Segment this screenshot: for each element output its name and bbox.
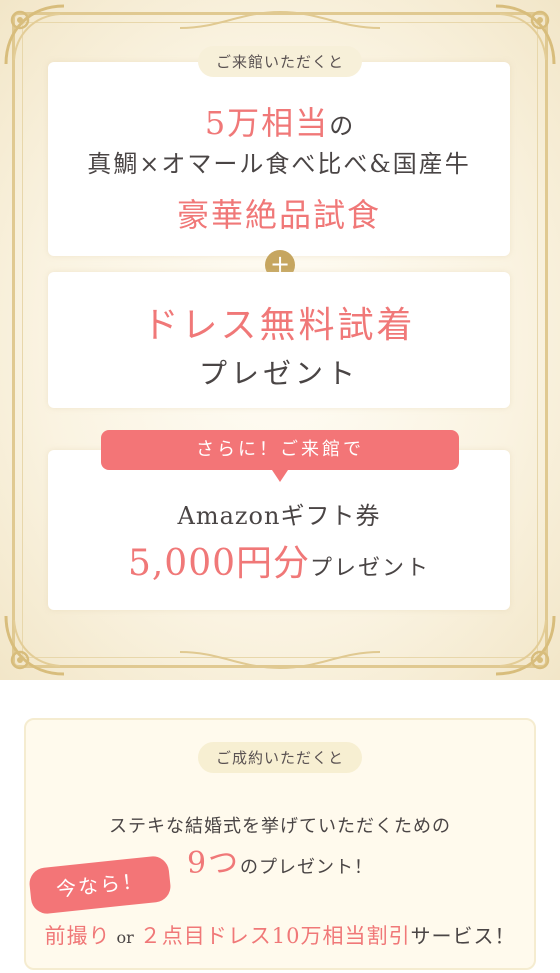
contract-service-line: 前撮り or ２点目ドレス10万相当割引サービス！: [24, 920, 536, 950]
tasting-offer-card: 5万相当の 真鯛×オマール食べ比べ&国産牛 豪華絶品試食: [48, 62, 510, 256]
bonus-ribbon: さらに！ご来館で: [101, 430, 459, 470]
tasting-title: 豪華絶品試食: [176, 196, 381, 234]
ornament-corner-icon: [4, 4, 65, 65]
service-b: ２点目ドレス10万相当割引: [139, 924, 411, 948]
tasting-amount-line: 5万相当の: [48, 98, 510, 144]
service-suffix: サービス！: [410, 924, 516, 948]
visit-intro-pill: ご来館いただくと: [197, 46, 363, 77]
visit-benefits-frame: 5万相当の 真鯛×オマール食べ比べ&国産牛 豪華絶品試食 ご来館いただくと + …: [0, 0, 560, 680]
contract-count: 9つ: [186, 846, 241, 881]
gift-card-suffix: プレゼント: [310, 556, 431, 581]
ornament-corner-icon: [4, 615, 65, 676]
ornament-scroll-icon: [180, 10, 380, 29]
dress-fitting-title: ドレス無料試着: [142, 305, 416, 346]
dress-fitting-card: ドレス無料試着 プレゼント: [48, 272, 510, 408]
service-a: 前撮り: [44, 924, 111, 948]
ornament-scroll-icon: [180, 651, 380, 670]
tasting-particle: の: [329, 112, 354, 140]
contract-count-suffix: のプレゼント！: [240, 857, 374, 878]
contract-intro-pill: ご成約いただくと: [197, 742, 363, 773]
gift-card-amount-line: 5,000円分プレゼント: [48, 534, 510, 586]
ornament-corner-icon: [495, 4, 556, 65]
gift-card-item: Amazonギフト券: [177, 502, 381, 530]
ribbon-pointer-icon: [272, 470, 288, 482]
tasting-amount: 5万相当: [204, 104, 330, 142]
service-or: or: [116, 928, 134, 947]
tasting-description: 真鯛×オマール食べ比べ&国産牛: [87, 150, 471, 178]
dress-fitting-subtitle: プレゼント: [198, 357, 359, 390]
ornament-corner-icon: [495, 615, 556, 676]
gift-card-amount: 5,000円分: [127, 543, 311, 584]
contract-line1: ステキな結婚式を挙げていただくための: [109, 816, 451, 837]
